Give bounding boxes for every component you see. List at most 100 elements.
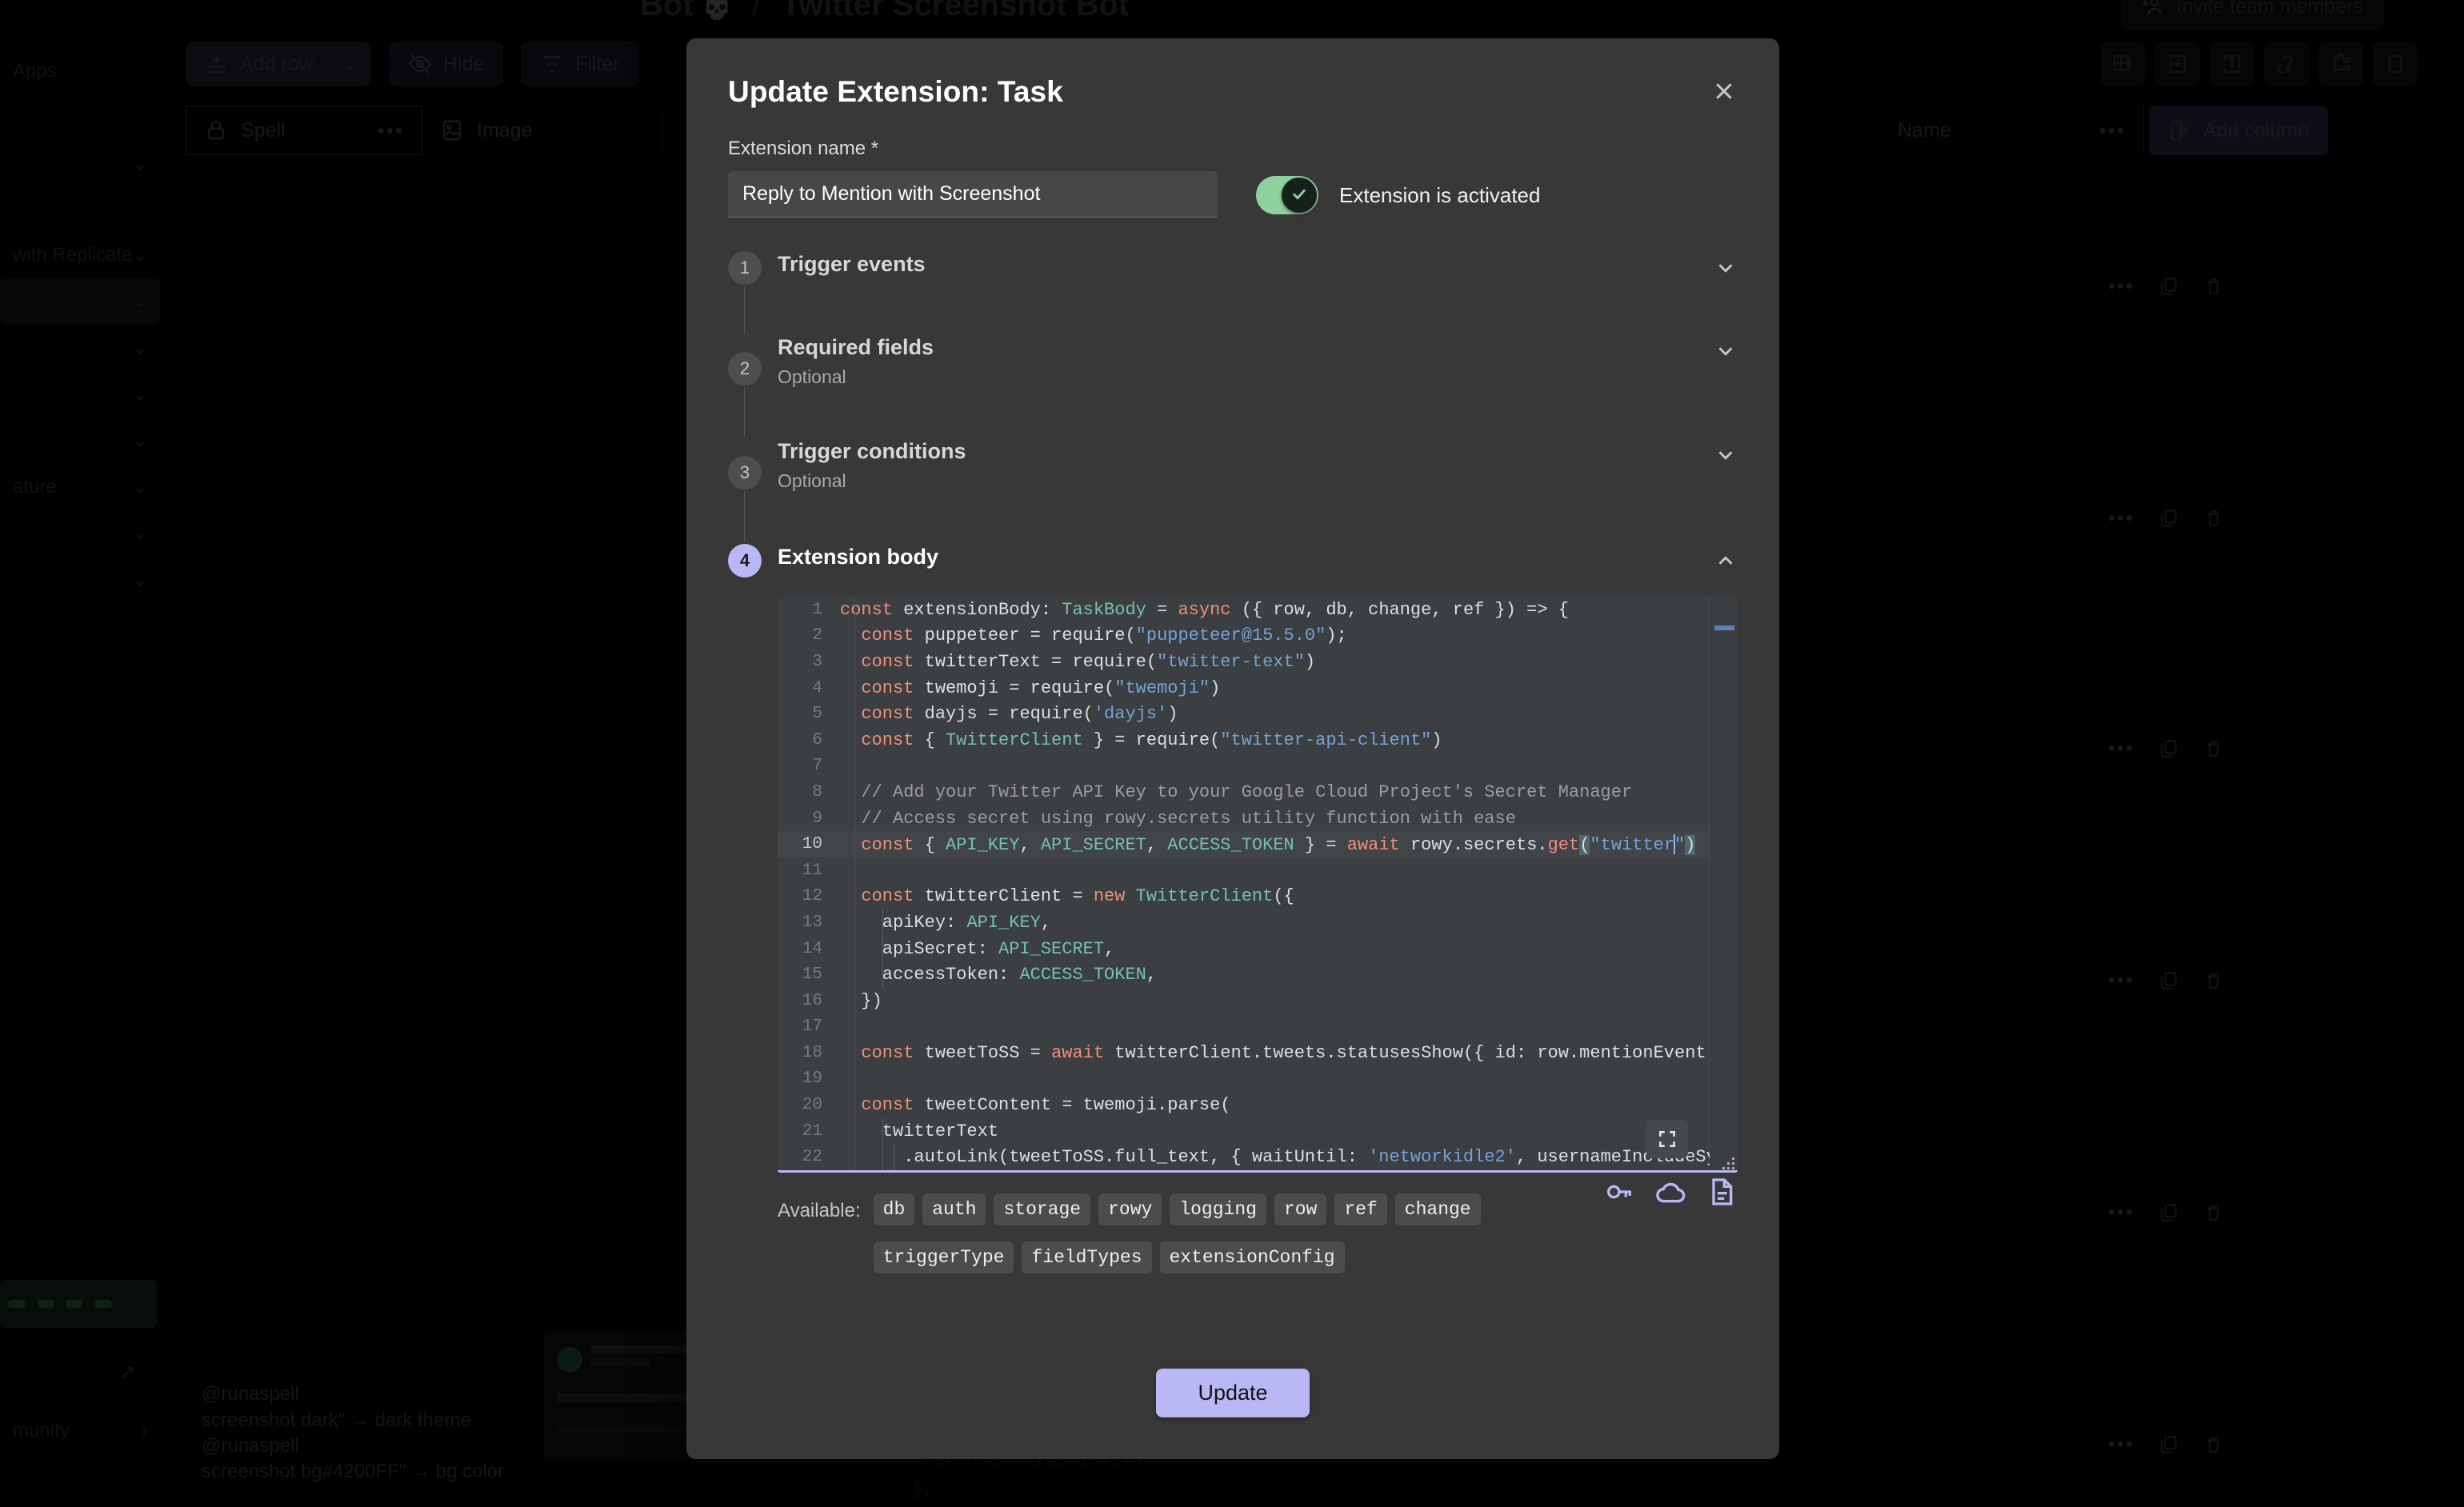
document-icon[interactable] [1706, 1176, 1738, 1208]
code-text-1: const extensionBody: TaskBody = async ({… [840, 599, 1569, 620]
code-line-11[interactable]: 11 [778, 857, 1738, 884]
code-line-15[interactable]: 15 accessToken: ACCESS_TOKEN, [778, 961, 1738, 988]
available-chip-db[interactable]: db [873, 1193, 915, 1225]
step-header-4[interactable]: Extension body [778, 544, 1738, 579]
line-number-19: 19 [802, 1069, 822, 1089]
code-text-15: accessToken: ACCESS_TOKEN, [840, 965, 1158, 985]
line-number-5: 5 [812, 705, 822, 724]
line-number-11: 11 [802, 861, 822, 880]
code-line-17[interactable]: 17 [778, 1014, 1738, 1041]
available-chip-fieldTypes[interactable]: fieldTypes [1022, 1241, 1152, 1273]
code-lines-container[interactable]: 1 const extensionBody: TaskBody = async (… [778, 597, 1738, 1173]
code-line-5[interactable]: 5 const dayjs = require('dayjs') [778, 701, 1738, 727]
line-number-17: 17 [802, 1017, 822, 1037]
available-chip-auth[interactable]: auth [922, 1193, 986, 1225]
code-line-21[interactable]: 21 twitterText [778, 1118, 1738, 1145]
check-icon [1290, 184, 1309, 207]
code-text-21: twitterText [840, 1121, 999, 1141]
line-number-2: 2 [812, 626, 822, 646]
cloud-icon[interactable] [1654, 1176, 1686, 1208]
available-chip-change[interactable]: change [1394, 1193, 1481, 1225]
available-chip-triggerType[interactable]: triggerType [873, 1241, 1014, 1273]
extension-name-label: Extension name * [728, 138, 879, 159]
line-number-8: 8 [812, 782, 822, 801]
code-line-18[interactable]: 18 const tweetToSS = await twitterClient… [778, 1040, 1738, 1066]
extension-name-input[interactable] [728, 171, 1218, 218]
line-number-15: 15 [802, 965, 822, 985]
code-line-20[interactable]: 20 const tweetContent = twemoji.parse( [778, 1092, 1738, 1118]
step-required-fields: 2 Required fields Optional [728, 334, 1738, 438]
line-number-20: 20 [802, 1096, 822, 1115]
step-connector-2 [744, 387, 745, 437]
step-trigger-conditions: 3 Trigger conditions Optional [728, 438, 1738, 544]
chevron-down-icon-step-2[interactable] [1714, 339, 1738, 363]
line-number-9: 9 [812, 809, 822, 828]
indent-guide [882, 909, 884, 988]
extension-activated-toggle[interactable] [1256, 176, 1318, 214]
code-line-19[interactable]: 19 [778, 1066, 1738, 1093]
step-connector-3 [744, 491, 745, 542]
code-line-16[interactable]: 16 }) [778, 988, 1738, 1014]
code-text-20: const tweetContent = twemoji.parse( [861, 1095, 1231, 1116]
line-number-13: 13 [802, 913, 822, 932]
line-number-18: 18 [802, 1043, 822, 1062]
available-chip-rowy[interactable]: rowy [1098, 1193, 1162, 1225]
step-title-1: Trigger events [778, 252, 926, 276]
chevron-up-icon-step-4[interactable] [1714, 549, 1738, 573]
available-chip-ref[interactable]: ref [1334, 1193, 1387, 1225]
code-line-3[interactable]: 3 const twitterText = require("twitter-t… [778, 649, 1738, 675]
line-number-22: 22 [802, 1148, 822, 1167]
code-line-14[interactable]: 14 apiSecret: API_SECRET, [778, 936, 1738, 962]
available-variables: Available: db auth storage rowy logging row re… [778, 1173, 1738, 1273]
line-number-21: 21 [802, 1121, 822, 1141]
available-chip-extensionConfig[interactable]: extensionConfig [1159, 1241, 1345, 1273]
available-chip-storage[interactable]: storage [994, 1193, 1091, 1225]
update-button[interactable]: Update [1156, 1368, 1310, 1417]
line-number-3: 3 [812, 652, 822, 671]
chevron-down-icon-step-1[interactable] [1714, 256, 1738, 280]
step-title-2: Required fields [778, 335, 934, 359]
step-subtitle-2: Optional [778, 366, 846, 387]
code-line-12[interactable]: 12 const twitterClient = new TwitterClie… [778, 884, 1738, 910]
code-text-18: const tweetToSS = await twitterClient.tw… [861, 1042, 1738, 1063]
code-text-16: }) [840, 990, 882, 1011]
available-chip-logging[interactable]: logging [1170, 1193, 1266, 1225]
code-line-10[interactable]: 10 const { API_KEY, API_SECRET, ACCESS_T… [778, 831, 1738, 857]
step-extension-body: 4 Extension body 1 const extensionBody: T… [728, 544, 1738, 1273]
editor-resize-handle[interactable] [1718, 1153, 1734, 1169]
fullscreen-expand-icon[interactable] [1646, 1120, 1688, 1158]
close-button[interactable] [1698, 66, 1750, 118]
extension-body-code-editor[interactable]: 1 const extensionBody: TaskBody = async (… [778, 597, 1738, 1173]
line-number-12: 12 [802, 887, 822, 906]
code-text-4: const twemoji = require("twemoji") [861, 678, 1221, 698]
code-line-6[interactable]: 6 const { TwitterClient } = require("twi… [778, 727, 1738, 754]
code-line-8[interactable]: 8 // Add your Twitter API Key to your Go… [778, 779, 1738, 805]
step-header-2[interactable]: Required fields Optional [778, 334, 1738, 388]
step-badge-1: 1 [728, 251, 762, 285]
code-line-13[interactable]: 13 apiKey: API_KEY, [778, 909, 1738, 936]
chevron-down-icon-step-3[interactable] [1714, 443, 1738, 467]
code-line-4[interactable]: 4 const twemoji = require("twemoji") [778, 675, 1738, 702]
code-line-9[interactable]: 9 // Access secret using rowy.secrets ut… [778, 805, 1738, 832]
available-chip-row[interactable]: row [1274, 1193, 1327, 1225]
code-line-7[interactable]: 7 [778, 754, 1738, 780]
code-line-2[interactable]: 2 const puppeteer = require("puppeteer@1… [778, 623, 1738, 650]
editor-scrollbar[interactable] [1710, 597, 1738, 1173]
toggle-state-label: Extension is activated [1339, 182, 1541, 207]
key-icon[interactable] [1603, 1176, 1635, 1208]
update-extension-dialog: Update Extension: Task Extension name * [686, 38, 1779, 1459]
code-text-22: .autoLink(tweetToSS.full_text, { waitUnt… [840, 1147, 1738, 1168]
available-label: Available: [778, 1200, 861, 1221]
extension-name-field-wrap: Extension name * [728, 138, 1218, 218]
code-line-1[interactable]: 1 const extensionBody: TaskBody = async (… [778, 597, 1738, 623]
step-connector-1 [744, 286, 745, 334]
activation-toggle-wrap: Extension is activated [1256, 176, 1540, 218]
extension-name-block: Extension name * Extension is activated [686, 109, 1779, 218]
code-text-2: const puppeteer = require("puppeteer@15.… [861, 626, 1347, 646]
step-header-3[interactable]: Trigger conditions Optional [778, 438, 1738, 492]
close-icon [1712, 79, 1736, 106]
code-text-8: // Add your Twitter API Key to your Goog… [840, 781, 1633, 802]
code-line-22[interactable]: 22 .autoLink(tweetToSS.full_text, { wait… [778, 1144, 1738, 1170]
step-header-1[interactable]: Trigger events [778, 251, 1738, 286]
code-text-13: apiKey: API_KEY, [840, 912, 1052, 933]
